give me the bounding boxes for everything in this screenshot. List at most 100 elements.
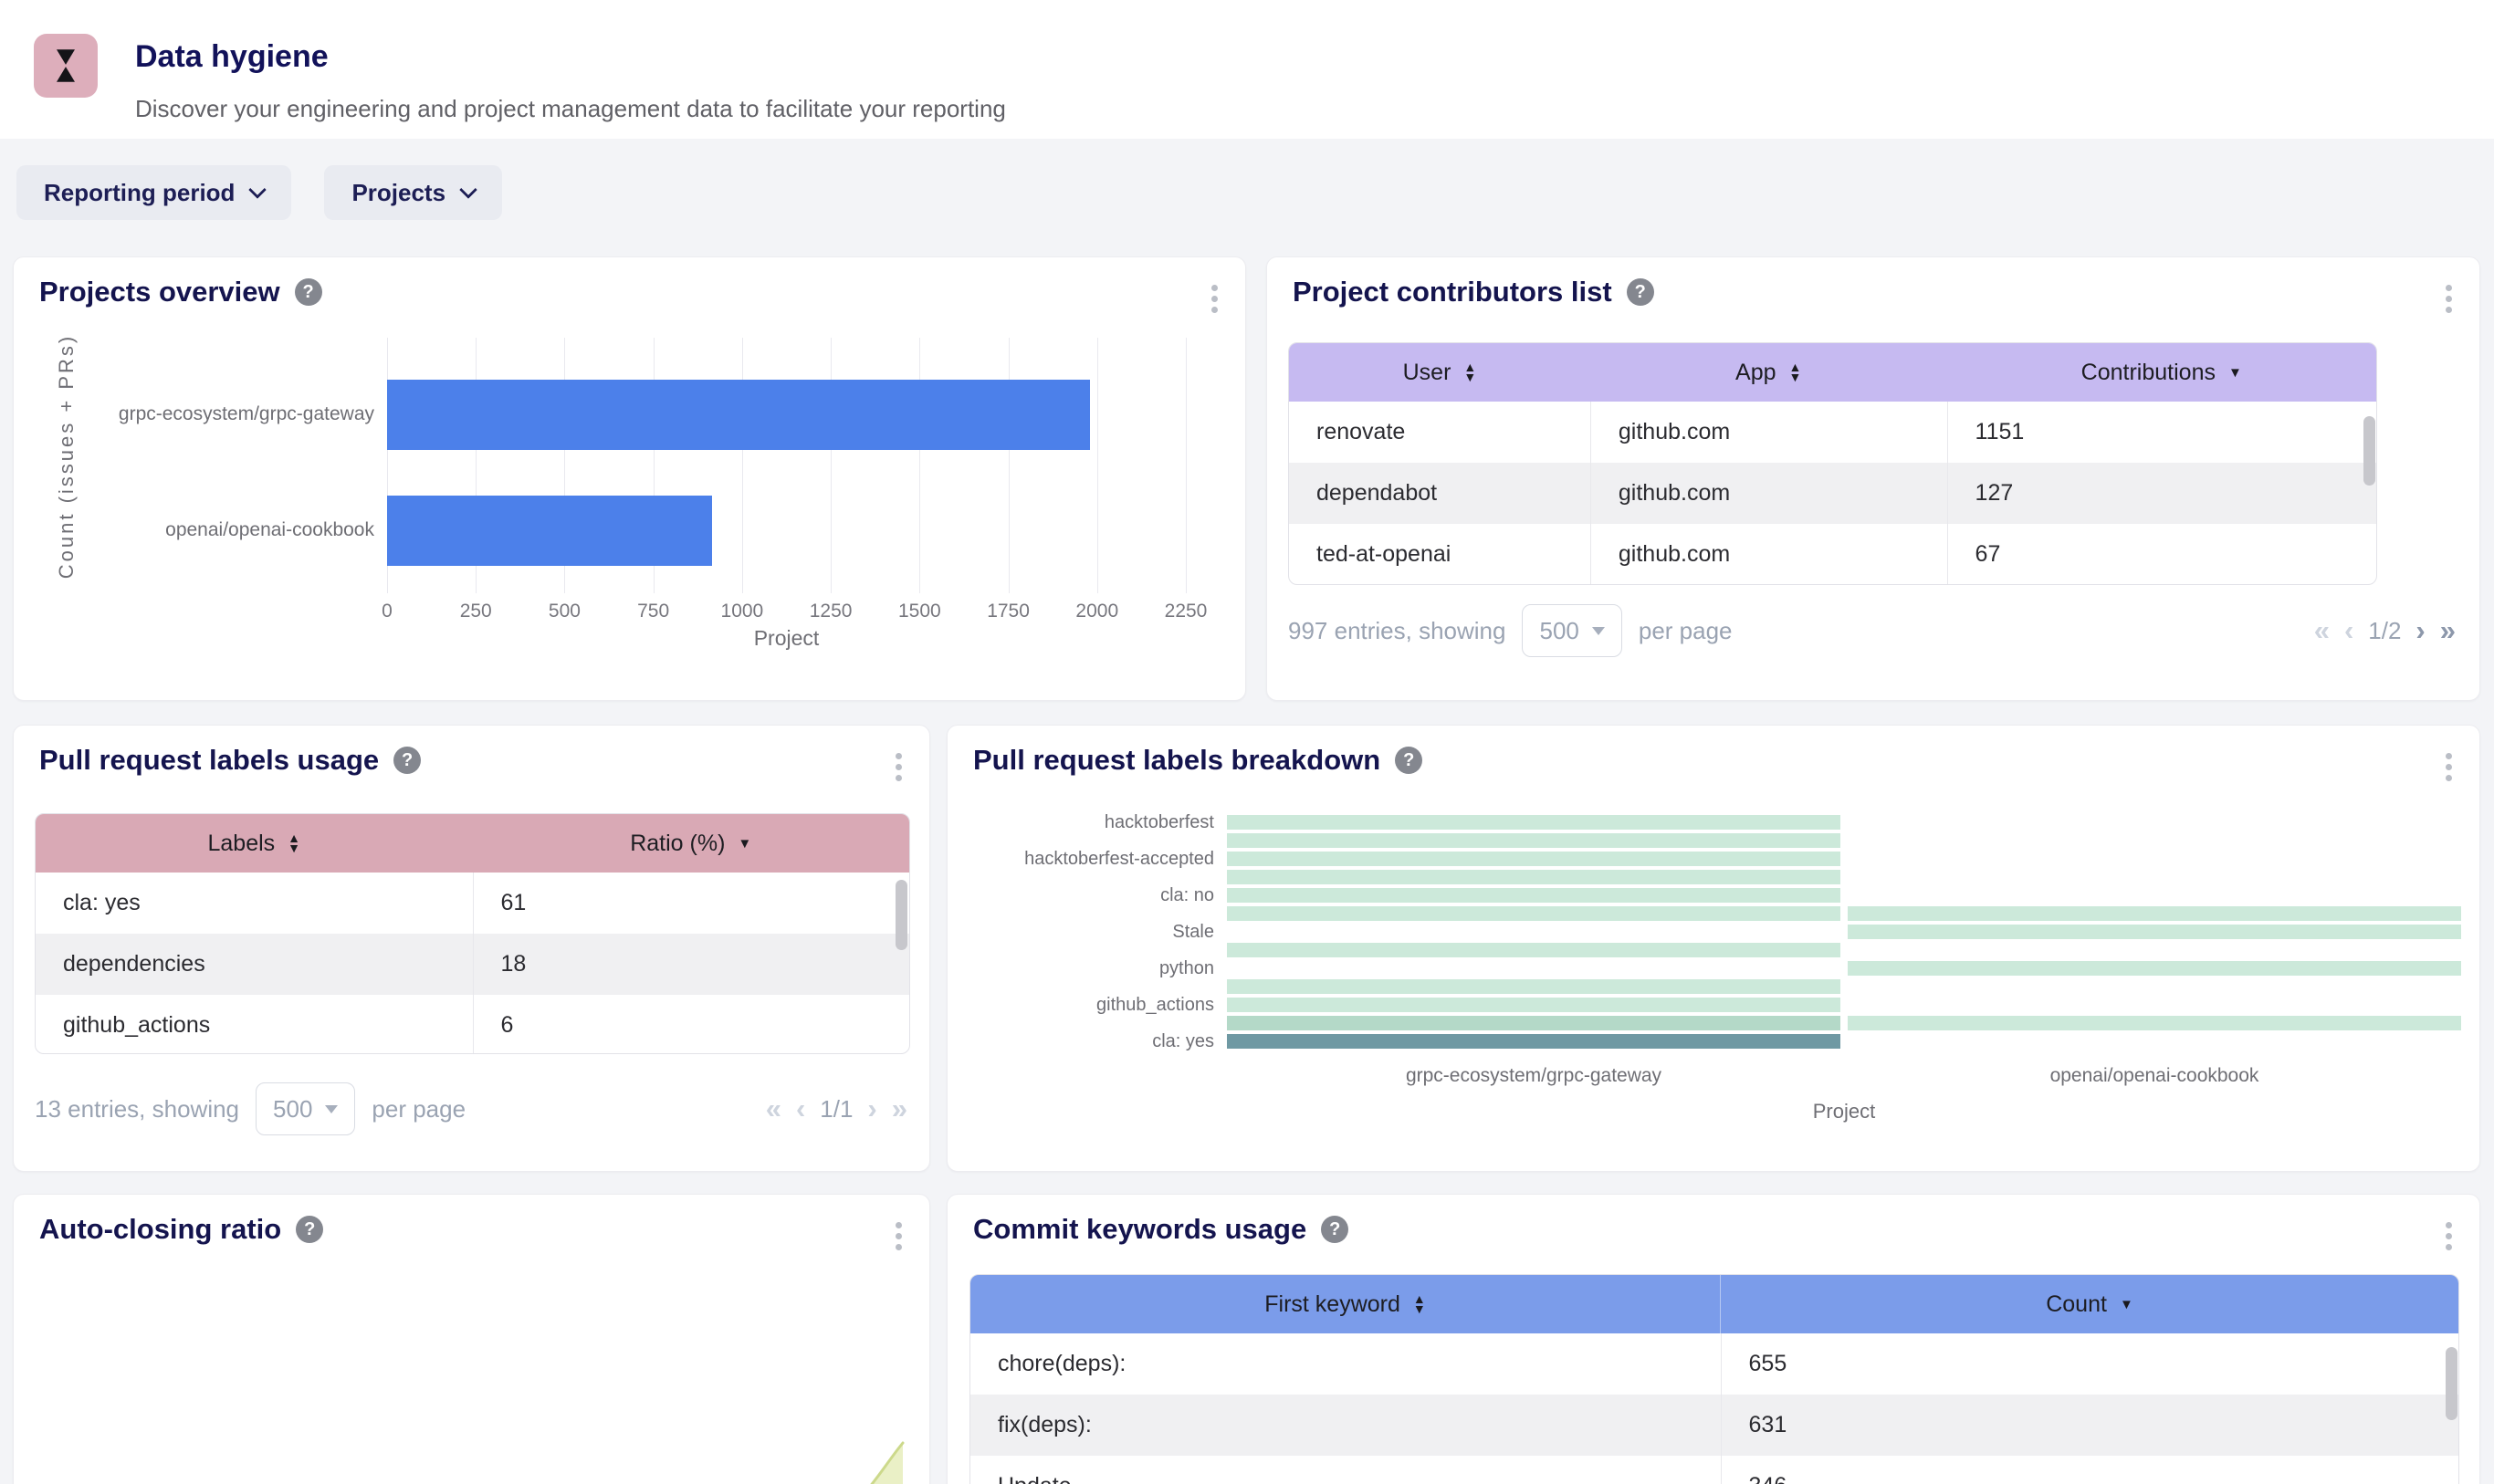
help-icon[interactable]: ?: [1321, 1216, 1349, 1243]
sort-desc-icon: ▼: [2119, 1296, 2133, 1312]
next-page-button[interactable]: ›: [2415, 614, 2425, 647]
x-tick-label: 1000: [720, 601, 764, 622]
column-label: First keyword: [1264, 1291, 1400, 1317]
sort-icon: ▲ ▼: [1412, 1291, 1426, 1316]
panel-title: Commit keywords usage: [973, 1213, 1307, 1245]
column-label: Contributions: [2080, 359, 2216, 385]
per-page-select[interactable]: 500: [1522, 604, 1622, 657]
column-header-contributions[interactable]: Contributions ▼: [1947, 343, 2376, 402]
heatmap-cell[interactable]: [1227, 979, 1840, 994]
gridline: [1096, 338, 1098, 593]
table-cell: fix(deps):: [998, 1412, 1092, 1437]
sort-icon: ▲ ▼: [1463, 360, 1477, 384]
heatmap-row-label: github_actions: [1096, 995, 1214, 1015]
panel-pr-labels-usage: Pull request labels usage ? Labels ▲ ▼ Rati…: [13, 725, 930, 1172]
heatmap-cell[interactable]: [1227, 815, 1840, 830]
heatmap-cell[interactable]: [1227, 906, 1840, 921]
table-row: ted-at-openai github.com 67: [1289, 524, 2376, 584]
table-header-row: User ▲ ▼ App ▲ ▼ Contributions ▼: [1289, 343, 2376, 402]
bar-grpc-ecosystem/grpc-gateway[interactable]: [387, 380, 1090, 450]
pr-labels-pagination: 13 entries, showing 500 per page « ‹ 1/1 › »: [35, 1082, 907, 1135]
heatmap-cell[interactable]: [1227, 888, 1840, 903]
scrollbar-thumb[interactable]: [896, 880, 907, 950]
table-cell: cla: yes: [63, 890, 141, 915]
page-title: Data hygiene: [135, 38, 329, 74]
kebab-menu-icon[interactable]: [2442, 1218, 2456, 1254]
x-tick-label: 1750: [987, 601, 1030, 622]
next-page-button: ›: [867, 1092, 877, 1124]
column-label: User: [1402, 359, 1451, 385]
heatmap-cell[interactable]: [1848, 1016, 2461, 1030]
table-header-row: First keyword ▲ ▼ Count ▼: [970, 1275, 2458, 1333]
projects-dropdown[interactable]: Projects: [324, 165, 503, 220]
table-cell: 127: [1946, 463, 2376, 524]
column-header-count[interactable]: Count ▼: [1720, 1275, 2458, 1333]
column-header-first-keyword[interactable]: First keyword ▲ ▼: [970, 1275, 1720, 1333]
heatmap-cell[interactable]: [1227, 870, 1840, 884]
panel-contributors-list: Project contributors list ? User ▲ ▼ App ▲ ▼ C…: [1266, 256, 2480, 701]
heatmap-cell[interactable]: [1227, 833, 1840, 848]
panel-title: Auto-closing ratio: [39, 1213, 282, 1245]
panel-projects-overview: Projects overview ? 0 250 500 750 1000 1250 15…: [13, 256, 1246, 701]
sort-desc-icon: ▼: [738, 835, 752, 852]
heatmap-cell[interactable]: [1848, 925, 2461, 939]
hourglass-glyph: [57, 49, 75, 82]
column-label: App: [1735, 359, 1776, 385]
panel-auto-closing-ratio: Auto-closing ratio ?: [13, 1194, 930, 1484]
per-page-select[interactable]: 500: [256, 1082, 356, 1135]
heatmap-cell[interactable]: [1227, 852, 1840, 866]
table-cell: renovate: [1316, 419, 1406, 444]
heatmap-cell[interactable]: [1848, 961, 2461, 976]
prev-page-button: ‹: [2343, 614, 2354, 646]
first-page-button: «: [765, 1092, 781, 1124]
x-tick-label: 500: [548, 601, 581, 622]
heatmap-row-label: cla: no: [1160, 885, 1214, 905]
column-header-user[interactable]: User ▲ ▼: [1289, 343, 1590, 402]
x-category-label: grpc-ecosystem/grpc-gateway: [1405, 1065, 1662, 1086]
per-page-value: 500: [273, 1094, 313, 1123]
app-header: Data hygiene Discover your engineering a…: [0, 0, 2494, 139]
filter-bar: Reporting period Projects: [16, 165, 503, 220]
heatmap-cell[interactable]: [1227, 943, 1840, 957]
table-row: cla: yes 61: [36, 873, 909, 934]
last-page-button[interactable]: »: [2440, 614, 2456, 647]
bar-openai/openai-cookbook[interactable]: [387, 496, 712, 566]
entries-count-label: 13 entries, showing: [35, 1094, 240, 1123]
kebab-menu-icon[interactable]: [892, 1218, 906, 1254]
gridline: [1008, 338, 1010, 593]
per-page-value: 500: [1539, 616, 1579, 644]
column-header-labels[interactable]: Labels ▲ ▼: [36, 814, 473, 873]
kebab-menu-icon[interactable]: [2442, 281, 2456, 317]
help-icon[interactable]: ?: [296, 1216, 324, 1243]
gridline: [831, 338, 833, 593]
reporting-period-label: Reporting period: [44, 178, 236, 206]
table-row: renovate github.com 1151: [1289, 402, 2376, 463]
select-caret-icon: [325, 1104, 339, 1113]
commit-keywords-table: First keyword ▲ ▼ Count ▼ chore(deps): 655 fix(…: [969, 1274, 2459, 1484]
reporting-period-dropdown[interactable]: Reporting period: [16, 165, 292, 220]
heatmap-cell[interactable]: [1227, 998, 1840, 1012]
heatmap-cell[interactable]: [1227, 1034, 1840, 1049]
heatmap-cell[interactable]: [1848, 906, 2461, 921]
column-header-ratio-[interactable]: Ratio (%) ▼: [473, 814, 910, 873]
help-icon[interactable]: ?: [393, 747, 422, 774]
chevron-down-icon: [459, 181, 477, 199]
table-cell: github.com: [1589, 463, 1947, 524]
column-label: Labels: [207, 830, 276, 856]
table-cell: chore(deps):: [998, 1351, 1126, 1376]
select-caret-icon: [1591, 626, 1605, 635]
per-page-label: per page: [1638, 616, 1733, 644]
heatmap-cell[interactable]: [1227, 1016, 1840, 1030]
pr-labels-table: Labels ▲ ▼ Ratio (%) ▼ cla: yes 61 dependencies…: [35, 813, 910, 1054]
table-cell: 346: [1720, 1456, 2458, 1484]
table-cell: 6: [472, 995, 910, 1053]
x-tick-label: 1500: [897, 601, 941, 622]
scrollbar-thumb[interactable]: [2446, 1347, 2457, 1420]
scrollbar-thumb[interactable]: [2363, 416, 2375, 486]
heatmap-row-label: hacktoberfest: [1104, 812, 1214, 832]
x-axis-label: Project: [753, 626, 820, 650]
kebab-menu-icon[interactable]: [892, 749, 906, 785]
column-header-app[interactable]: App ▲ ▼: [1590, 343, 1947, 402]
help-icon[interactable]: ?: [1626, 278, 1654, 306]
dashboard-page: Data hygiene Discover your engineering a…: [0, 0, 2494, 1484]
